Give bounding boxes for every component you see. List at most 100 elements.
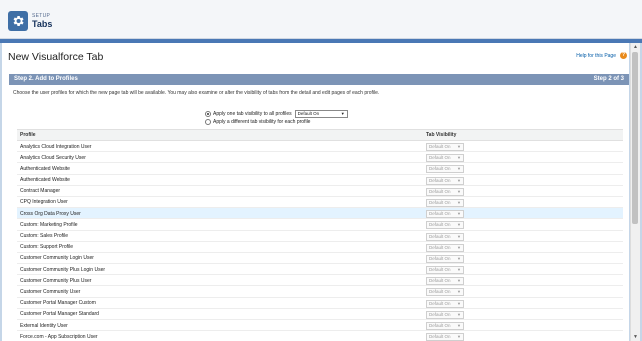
- profile-name: Customer Community User: [20, 288, 81, 295]
- apply-all-select-value: Default On: [297, 111, 320, 116]
- tab-visibility-value: Default On: [429, 267, 451, 273]
- table-row: Customer Portal Manager Standard Default …: [17, 309, 623, 320]
- section-title: Tabs: [32, 19, 53, 29]
- content-panel: New Visualforce Tab Help for this Page ?…: [2, 43, 629, 341]
- dropdown-arrow-icon: ▼: [457, 188, 461, 194]
- tab-visibility-select[interactable]: Default On ▼: [426, 165, 464, 174]
- tab-visibility-select[interactable]: Default On ▼: [426, 154, 464, 163]
- dropdown-arrow-icon: ▼: [457, 233, 461, 239]
- dropdown-arrow-icon: ▼: [457, 300, 461, 306]
- profile-name: Analytics Cloud Security User: [20, 154, 86, 161]
- tab-visibility-value: Default On: [429, 144, 451, 149]
- step-header: Step 2. Add to Profiles Step 2 of 3: [9, 74, 629, 85]
- tab-visibility-select[interactable]: Default On ▼: [426, 198, 464, 207]
- table-body: Analytics Cloud Integration User Default …: [17, 141, 623, 341]
- profile-name: Customer Portal Manager Standard: [20, 311, 99, 318]
- column-header-tab-visibility: Tab Visibility: [426, 132, 457, 138]
- tab-visibility-select[interactable]: Default On ▼: [426, 299, 464, 308]
- tab-visibility-select[interactable]: Default On ▼: [426, 176, 464, 185]
- table-row: Analytics Cloud Security User Default On ▼: [17, 152, 623, 164]
- tab-visibility-value: Default On: [429, 244, 451, 250]
- tab-visibility-value: Default On: [429, 311, 451, 317]
- instructions-text: Choose the user profiles for which the n…: [13, 90, 380, 96]
- tab-visibility-select[interactable]: Default On ▼: [426, 210, 464, 219]
- tab-visibility-value: Default On: [429, 166, 451, 172]
- column-header-profile: Profile: [20, 132, 36, 138]
- table-row: Cross Org Data Proxy User Default On ▼: [17, 208, 623, 220]
- table-row: Custom: Marketing Profile Default On ▼: [17, 219, 623, 231]
- tab-visibility-select[interactable]: Default On ▼: [426, 243, 464, 252]
- table-row: Authenticated Website Default On ▼: [17, 163, 623, 175]
- scroll-thumb[interactable]: [632, 52, 638, 224]
- profile-name: Custom: Sales Profile: [20, 233, 69, 239]
- tab-visibility-select[interactable]: Default On ▼: [426, 254, 464, 263]
- apply-all-radio[interactable]: [205, 111, 211, 117]
- apply-all-option[interactable]: Apply one tab visibility to all profiles…: [205, 110, 348, 118]
- dropdown-arrow-icon: ▼: [457, 244, 461, 250]
- dropdown-arrow-icon: ▼: [340, 111, 345, 116]
- tab-visibility-select[interactable]: Default On ▼: [426, 187, 464, 196]
- dropdown-arrow-icon: ▼: [457, 166, 461, 172]
- profile-name: Customer Portal Manager Custom: [20, 300, 96, 307]
- setup-header: SETUP Tabs: [0, 0, 642, 39]
- tab-visibility-value: Default On: [429, 155, 451, 161]
- scroll-up-icon[interactable]: ▲: [633, 44, 638, 50]
- apply-each-option[interactable]: Apply a different tab visibility for eac…: [205, 119, 310, 125]
- table-row: Contract Manager Default On ▼: [17, 186, 623, 197]
- tab-visibility-select[interactable]: Default On ▼: [426, 143, 464, 151]
- table-row: Customer Portal Manager Custom Default On…: [17, 298, 623, 309]
- profile-name: Authenticated Website: [20, 165, 70, 172]
- apply-all-select[interactable]: Default On ▼: [294, 110, 348, 118]
- step-count: Step 2 of 3: [593, 76, 624, 82]
- tab-visibility-value: Default On: [429, 177, 451, 183]
- dropdown-arrow-icon: ▼: [457, 278, 461, 284]
- table-row: Custom: Support Profile Default On ▼: [17, 242, 623, 253]
- table-row: Customer Community Plus Login User Defaul…: [17, 264, 623, 276]
- tab-visibility-value: Default On: [429, 323, 451, 328]
- table-row: Customer Community Plus User Default On ▼: [17, 275, 623, 287]
- tab-visibility-value: Default On: [429, 199, 451, 205]
- dropdown-arrow-icon: ▼: [457, 155, 461, 161]
- dropdown-arrow-icon: ▼: [457, 255, 461, 261]
- vertical-scrollbar[interactable]: ▲ ▼: [630, 43, 640, 341]
- table-row: Customer Community User Default On ▼: [17, 286, 623, 298]
- help-icon[interactable]: ?: [620, 52, 627, 59]
- profile-name: Cross Org Data Proxy User: [20, 210, 81, 217]
- help-link[interactable]: Help for this Page: [576, 53, 616, 59]
- dropdown-arrow-icon: ▼: [457, 267, 461, 273]
- apply-all-label: Apply one tab visibility to all profiles: [213, 111, 292, 117]
- dropdown-arrow-icon: ▼: [457, 222, 461, 228]
- profile-name: Custom: Marketing Profile: [20, 221, 78, 228]
- tab-visibility-select[interactable]: Default On ▼: [426, 232, 464, 241]
- tab-visibility-value: Default On: [429, 300, 451, 306]
- gear-icon: [8, 11, 28, 31]
- dropdown-arrow-icon: ▼: [457, 199, 461, 205]
- tab-visibility-select[interactable]: Default On ▼: [426, 266, 464, 275]
- tab-visibility-value: Default On: [429, 278, 451, 284]
- dropdown-arrow-icon: ▼: [457, 323, 461, 328]
- dropdown-arrow-icon: ▼: [457, 311, 461, 317]
- dropdown-arrow-icon: ▼: [457, 289, 461, 295]
- tab-visibility-select[interactable]: Default On ▼: [426, 277, 464, 286]
- scroll-down-icon[interactable]: ▼: [633, 334, 638, 340]
- tab-visibility-value: Default On: [429, 211, 451, 217]
- tab-visibility-select[interactable]: Default On ▼: [426, 333, 464, 341]
- table-row: Authenticated Website Default On ▼: [17, 175, 623, 186]
- tab-visibility-select[interactable]: Default On ▼: [426, 322, 464, 330]
- profile-name: Customer Community Login User: [20, 255, 94, 262]
- tab-visibility-select[interactable]: Default On ▼: [426, 221, 464, 230]
- tab-visibility-select[interactable]: Default On ▼: [426, 310, 464, 319]
- profile-name: Authenticated Website: [20, 177, 70, 184]
- profile-name: Analytics Cloud Integration User: [20, 143, 92, 150]
- table-row: External Identity User Default On ▼: [17, 320, 623, 332]
- tab-visibility-value: Default On: [429, 334, 451, 340]
- table-row: Customer Community Login User Default On ▼: [17, 253, 623, 265]
- table-row: Custom: Sales Profile Default On ▼: [17, 231, 623, 242]
- profile-name: External Identity User: [20, 322, 68, 329]
- dropdown-arrow-icon: ▼: [457, 334, 461, 340]
- tab-visibility-value: Default On: [429, 289, 451, 295]
- profile-name: Contract Manager: [20, 188, 61, 195]
- tab-visibility-select[interactable]: Default On ▼: [426, 288, 464, 297]
- apply-each-radio[interactable]: [205, 119, 211, 125]
- profile-name: CPQ Integration User: [20, 199, 68, 206]
